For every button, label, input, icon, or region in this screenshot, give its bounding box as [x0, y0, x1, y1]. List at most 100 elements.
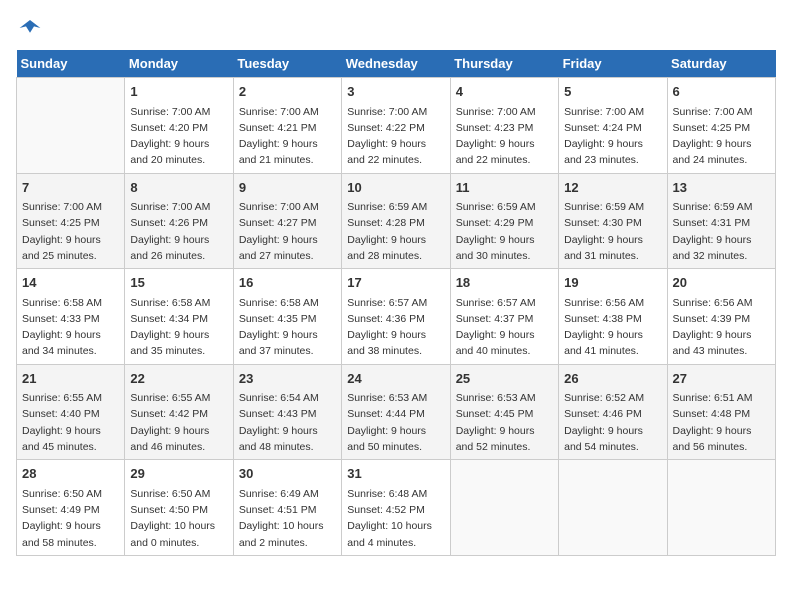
col-header-monday: Monday [125, 50, 233, 78]
calendar-cell [559, 460, 667, 556]
logo-bird-icon [18, 16, 42, 40]
day-number: 4 [456, 82, 553, 102]
calendar-cell: 5Sunrise: 7:00 AM Sunset: 4:24 PM Daylig… [559, 78, 667, 174]
day-number: 1 [130, 82, 227, 102]
day-number: 31 [347, 464, 444, 484]
day-number: 17 [347, 273, 444, 293]
calendar-cell [17, 78, 125, 174]
calendar-cell: 21Sunrise: 6:55 AM Sunset: 4:40 PM Dayli… [17, 364, 125, 460]
day-number: 24 [347, 369, 444, 389]
day-number: 5 [564, 82, 661, 102]
day-info: Sunrise: 6:57 AM Sunset: 4:37 PM Dayligh… [456, 295, 553, 360]
day-number: 10 [347, 178, 444, 198]
day-number: 23 [239, 369, 336, 389]
calendar-cell: 30Sunrise: 6:49 AM Sunset: 4:51 PM Dayli… [233, 460, 341, 556]
day-info: Sunrise: 6:48 AM Sunset: 4:52 PM Dayligh… [347, 486, 444, 551]
calendar-cell: 19Sunrise: 6:56 AM Sunset: 4:38 PM Dayli… [559, 269, 667, 365]
calendar-cell: 29Sunrise: 6:50 AM Sunset: 4:50 PM Dayli… [125, 460, 233, 556]
day-number: 27 [673, 369, 770, 389]
calendar-cell: 24Sunrise: 6:53 AM Sunset: 4:44 PM Dayli… [342, 364, 450, 460]
day-info: Sunrise: 7:00 AM Sunset: 4:25 PM Dayligh… [673, 104, 770, 169]
day-info: Sunrise: 7:00 AM Sunset: 4:26 PM Dayligh… [130, 199, 227, 264]
day-number: 26 [564, 369, 661, 389]
day-info: Sunrise: 6:57 AM Sunset: 4:36 PM Dayligh… [347, 295, 444, 360]
calendar-week-2: 7Sunrise: 7:00 AM Sunset: 4:25 PM Daylig… [17, 173, 776, 269]
calendar-table: SundayMondayTuesdayWednesdayThursdayFrid… [16, 50, 776, 556]
calendar-cell: 26Sunrise: 6:52 AM Sunset: 4:46 PM Dayli… [559, 364, 667, 460]
calendar-cell: 9Sunrise: 7:00 AM Sunset: 4:27 PM Daylig… [233, 173, 341, 269]
day-info: Sunrise: 6:53 AM Sunset: 4:45 PM Dayligh… [456, 390, 553, 455]
day-number: 6 [673, 82, 770, 102]
day-number: 22 [130, 369, 227, 389]
calendar-cell: 1Sunrise: 7:00 AM Sunset: 4:20 PM Daylig… [125, 78, 233, 174]
day-info: Sunrise: 6:50 AM Sunset: 4:50 PM Dayligh… [130, 486, 227, 551]
calendar-cell [450, 460, 558, 556]
calendar-cell: 7Sunrise: 7:00 AM Sunset: 4:25 PM Daylig… [17, 173, 125, 269]
calendar-cell: 3Sunrise: 7:00 AM Sunset: 4:22 PM Daylig… [342, 78, 450, 174]
page-header [16, 16, 776, 40]
day-number: 16 [239, 273, 336, 293]
day-number: 13 [673, 178, 770, 198]
day-info: Sunrise: 6:56 AM Sunset: 4:38 PM Dayligh… [564, 295, 661, 360]
day-info: Sunrise: 6:55 AM Sunset: 4:40 PM Dayligh… [22, 390, 119, 455]
day-info: Sunrise: 6:51 AM Sunset: 4:48 PM Dayligh… [673, 390, 770, 455]
day-info: Sunrise: 7:00 AM Sunset: 4:25 PM Dayligh… [22, 199, 119, 264]
calendar-cell: 6Sunrise: 7:00 AM Sunset: 4:25 PM Daylig… [667, 78, 775, 174]
day-number: 8 [130, 178, 227, 198]
calendar-cell: 13Sunrise: 6:59 AM Sunset: 4:31 PM Dayli… [667, 173, 775, 269]
day-info: Sunrise: 6:59 AM Sunset: 4:31 PM Dayligh… [673, 199, 770, 264]
col-header-sunday: Sunday [17, 50, 125, 78]
col-header-tuesday: Tuesday [233, 50, 341, 78]
day-info: Sunrise: 7:00 AM Sunset: 4:21 PM Dayligh… [239, 104, 336, 169]
day-number: 19 [564, 273, 661, 293]
day-info: Sunrise: 7:00 AM Sunset: 4:20 PM Dayligh… [130, 104, 227, 169]
col-header-wednesday: Wednesday [342, 50, 450, 78]
calendar-cell [667, 460, 775, 556]
calendar-cell: 17Sunrise: 6:57 AM Sunset: 4:36 PM Dayli… [342, 269, 450, 365]
day-info: Sunrise: 6:50 AM Sunset: 4:49 PM Dayligh… [22, 486, 119, 551]
col-header-thursday: Thursday [450, 50, 558, 78]
calendar-cell: 22Sunrise: 6:55 AM Sunset: 4:42 PM Dayli… [125, 364, 233, 460]
calendar-cell: 20Sunrise: 6:56 AM Sunset: 4:39 PM Dayli… [667, 269, 775, 365]
day-info: Sunrise: 6:52 AM Sunset: 4:46 PM Dayligh… [564, 390, 661, 455]
day-number: 18 [456, 273, 553, 293]
col-header-saturday: Saturday [667, 50, 775, 78]
day-info: Sunrise: 6:53 AM Sunset: 4:44 PM Dayligh… [347, 390, 444, 455]
day-info: Sunrise: 6:54 AM Sunset: 4:43 PM Dayligh… [239, 390, 336, 455]
day-info: Sunrise: 6:58 AM Sunset: 4:34 PM Dayligh… [130, 295, 227, 360]
day-number: 7 [22, 178, 119, 198]
calendar-cell: 8Sunrise: 7:00 AM Sunset: 4:26 PM Daylig… [125, 173, 233, 269]
day-info: Sunrise: 7:00 AM Sunset: 4:22 PM Dayligh… [347, 104, 444, 169]
col-header-friday: Friday [559, 50, 667, 78]
calendar-cell: 14Sunrise: 6:58 AM Sunset: 4:33 PM Dayli… [17, 269, 125, 365]
day-number: 29 [130, 464, 227, 484]
calendar-cell: 25Sunrise: 6:53 AM Sunset: 4:45 PM Dayli… [450, 364, 558, 460]
day-number: 9 [239, 178, 336, 198]
day-number: 3 [347, 82, 444, 102]
day-info: Sunrise: 6:58 AM Sunset: 4:35 PM Dayligh… [239, 295, 336, 360]
calendar-cell: 18Sunrise: 6:57 AM Sunset: 4:37 PM Dayli… [450, 269, 558, 365]
calendar-week-1: 1Sunrise: 7:00 AM Sunset: 4:20 PM Daylig… [17, 78, 776, 174]
day-info: Sunrise: 6:59 AM Sunset: 4:29 PM Dayligh… [456, 199, 553, 264]
day-info: Sunrise: 6:49 AM Sunset: 4:51 PM Dayligh… [239, 486, 336, 551]
calendar-cell: 2Sunrise: 7:00 AM Sunset: 4:21 PM Daylig… [233, 78, 341, 174]
day-info: Sunrise: 6:59 AM Sunset: 4:30 PM Dayligh… [564, 199, 661, 264]
day-number: 30 [239, 464, 336, 484]
calendar-cell: 27Sunrise: 6:51 AM Sunset: 4:48 PM Dayli… [667, 364, 775, 460]
logo [16, 16, 42, 40]
calendar-cell: 23Sunrise: 6:54 AM Sunset: 4:43 PM Dayli… [233, 364, 341, 460]
day-number: 25 [456, 369, 553, 389]
calendar-week-3: 14Sunrise: 6:58 AM Sunset: 4:33 PM Dayli… [17, 269, 776, 365]
day-info: Sunrise: 7:00 AM Sunset: 4:24 PM Dayligh… [564, 104, 661, 169]
calendar-cell: 11Sunrise: 6:59 AM Sunset: 4:29 PM Dayli… [450, 173, 558, 269]
calendar-cell: 10Sunrise: 6:59 AM Sunset: 4:28 PM Dayli… [342, 173, 450, 269]
day-number: 11 [456, 178, 553, 198]
day-number: 14 [22, 273, 119, 293]
calendar-week-5: 28Sunrise: 6:50 AM Sunset: 4:49 PM Dayli… [17, 460, 776, 556]
calendar-week-4: 21Sunrise: 6:55 AM Sunset: 4:40 PM Dayli… [17, 364, 776, 460]
day-info: Sunrise: 6:56 AM Sunset: 4:39 PM Dayligh… [673, 295, 770, 360]
day-number: 15 [130, 273, 227, 293]
day-info: Sunrise: 7:00 AM Sunset: 4:27 PM Dayligh… [239, 199, 336, 264]
day-number: 20 [673, 273, 770, 293]
calendar-cell: 31Sunrise: 6:48 AM Sunset: 4:52 PM Dayli… [342, 460, 450, 556]
